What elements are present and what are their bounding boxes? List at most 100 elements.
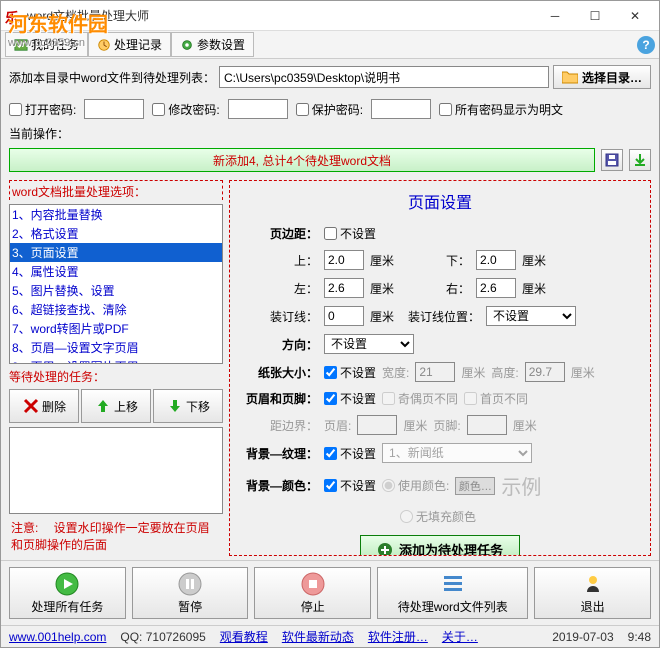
modify-password-check[interactable]: 修改密码:: [152, 101, 219, 118]
bg-color-label: 背景—颜色：: [238, 477, 318, 494]
tasks-icon: [14, 38, 28, 52]
delete-button[interactable]: 删除: [9, 389, 79, 423]
gutter-pos-select[interactable]: 不设置: [486, 306, 576, 326]
about-link[interactable]: 关于…: [442, 628, 478, 645]
first-diff-check: 首页不同: [464, 390, 528, 407]
list-item[interactable]: 9、页眉—设置图片页眉: [10, 357, 222, 364]
right-label: 右：: [446, 280, 470, 297]
texture-noset-check[interactable]: 不设置: [324, 445, 376, 462]
status-message: 新添加4, 总计4个待处理word文档: [9, 148, 595, 172]
hf-noset-check[interactable]: 不设置: [324, 390, 376, 407]
tutorial-link[interactable]: 观看教程: [220, 628, 268, 645]
current-op-label: 当前操作：: [1, 123, 659, 144]
date-text: 2019-07-03: [552, 630, 613, 644]
list-item[interactable]: 3、页面设置: [10, 243, 222, 262]
tab-params[interactable]: 参数设置: [171, 32, 254, 57]
browse-button[interactable]: 选择目录…: [553, 65, 651, 89]
download-button[interactable]: [629, 149, 651, 171]
plus-icon: [377, 542, 393, 557]
open-password-input[interactable]: [84, 99, 144, 119]
modify-password-input[interactable]: [228, 99, 288, 119]
protect-password-check[interactable]: 保护密码:: [296, 101, 363, 118]
direction-label: 方向：: [238, 336, 318, 353]
exit-button[interactable]: 退出: [534, 567, 651, 619]
use-color-radio: 使用颜色:: [382, 477, 449, 494]
bg-texture-label: 背景—纹理：: [238, 445, 318, 462]
pause-icon: [178, 572, 202, 596]
paper-noset-check[interactable]: 不设置: [324, 364, 376, 381]
header-dist-input: [357, 415, 397, 435]
protect-password-input[interactable]: [371, 99, 431, 119]
list-item[interactable]: 1、内容批量替换: [10, 205, 222, 224]
list-icon: [441, 572, 465, 596]
list-item[interactable]: 7、word转图片或PDF: [10, 319, 222, 338]
play-icon: [55, 572, 79, 596]
stop-icon: [301, 572, 325, 596]
add-task-button[interactable]: 添加为待处理任务: [360, 535, 520, 556]
footer-dist-input: [467, 415, 507, 435]
register-link[interactable]: 软件注册…: [368, 628, 428, 645]
color-button: 颜色…: [455, 477, 495, 495]
gutter-pos-label: 装订线位置：: [408, 308, 480, 325]
tab-my-tasks[interactable]: 我的任务: [5, 32, 88, 57]
sample-text: 示例: [501, 471, 541, 500]
arrow-up-icon: [94, 397, 112, 415]
minimize-button[interactable]: ─: [535, 2, 575, 30]
site-link[interactable]: www.001help.com: [9, 630, 106, 644]
tab-history[interactable]: 处理记录: [88, 32, 171, 57]
list-item[interactable]: 4、属性设置: [10, 262, 222, 281]
width-label: 宽度:: [382, 364, 409, 381]
process-all-button[interactable]: 处理所有任务: [9, 567, 126, 619]
options-header: word文档批量处理选项：: [9, 180, 223, 200]
x-icon: [22, 397, 40, 415]
width-input: [415, 362, 455, 382]
color-noset-check[interactable]: 不设置: [324, 477, 376, 494]
list-item[interactable]: 2、格式设置: [10, 224, 222, 243]
exit-icon: [581, 572, 605, 596]
arrow-down-icon: [166, 397, 184, 415]
move-down-button[interactable]: 下移: [153, 389, 223, 423]
gutter-label: 装订线：: [238, 308, 318, 325]
bottom-label: 下：: [446, 252, 470, 269]
panel-title: 页面设置: [238, 189, 642, 213]
app-icon: 乐: [5, 8, 21, 24]
list-item[interactable]: 6、超链接查找、清除: [10, 300, 222, 319]
move-up-button[interactable]: 上移: [81, 389, 151, 423]
history-icon: [97, 38, 111, 52]
height-input: [525, 362, 565, 382]
pending-list-button[interactable]: 待处理word文件列表: [377, 567, 528, 619]
options-list[interactable]: 1、内容批量替换2、格式设置3、页面设置4、属性设置5、图片替换、设置6、超链接…: [9, 204, 223, 364]
open-password-check[interactable]: 打开密码:: [9, 101, 76, 118]
height-label: 高度:: [491, 364, 518, 381]
close-button[interactable]: ✕: [615, 2, 655, 30]
path-input[interactable]: [219, 66, 549, 88]
hf-label: 页眉和页脚：: [238, 390, 318, 407]
note-text: 注意: 设置水印操作一定要放在页眉和页脚操作的后面: [9, 518, 223, 556]
top-label: 上：: [238, 252, 318, 269]
margin-label: 页边距：: [238, 225, 318, 242]
queue-list[interactable]: [9, 427, 223, 514]
maximize-button[interactable]: ☐: [575, 2, 615, 30]
gutter-input[interactable]: [324, 306, 364, 326]
pause-button[interactable]: 暂停: [132, 567, 249, 619]
list-item[interactable]: 5、图片替换、设置: [10, 281, 222, 300]
bounds-label: 距边界：: [238, 417, 318, 434]
top-input[interactable]: [324, 250, 364, 270]
no-fill-radio: 无填充颜色: [400, 508, 476, 525]
download-icon: [633, 153, 647, 167]
window-title: word文档批量处理大师: [27, 7, 535, 24]
time-text: 9:48: [628, 630, 651, 644]
queue-header: 等待处理的任务：: [9, 368, 223, 385]
direction-select[interactable]: 不设置: [324, 334, 414, 354]
bottom-input[interactable]: [476, 250, 516, 270]
news-link[interactable]: 软件最新动态: [282, 628, 354, 645]
right-input[interactable]: [476, 278, 516, 298]
save-button[interactable]: [601, 149, 623, 171]
left-input[interactable]: [324, 278, 364, 298]
stop-button[interactable]: 停止: [254, 567, 371, 619]
help-button[interactable]: ?: [637, 36, 655, 54]
texture-select: 1、新闻纸: [382, 443, 532, 463]
show-passwords-check[interactable]: 所有密码显示为明文: [439, 101, 563, 118]
list-item[interactable]: 8、页眉—设置文字页眉: [10, 338, 222, 357]
margin-noset-check[interactable]: 不设置: [324, 225, 376, 242]
